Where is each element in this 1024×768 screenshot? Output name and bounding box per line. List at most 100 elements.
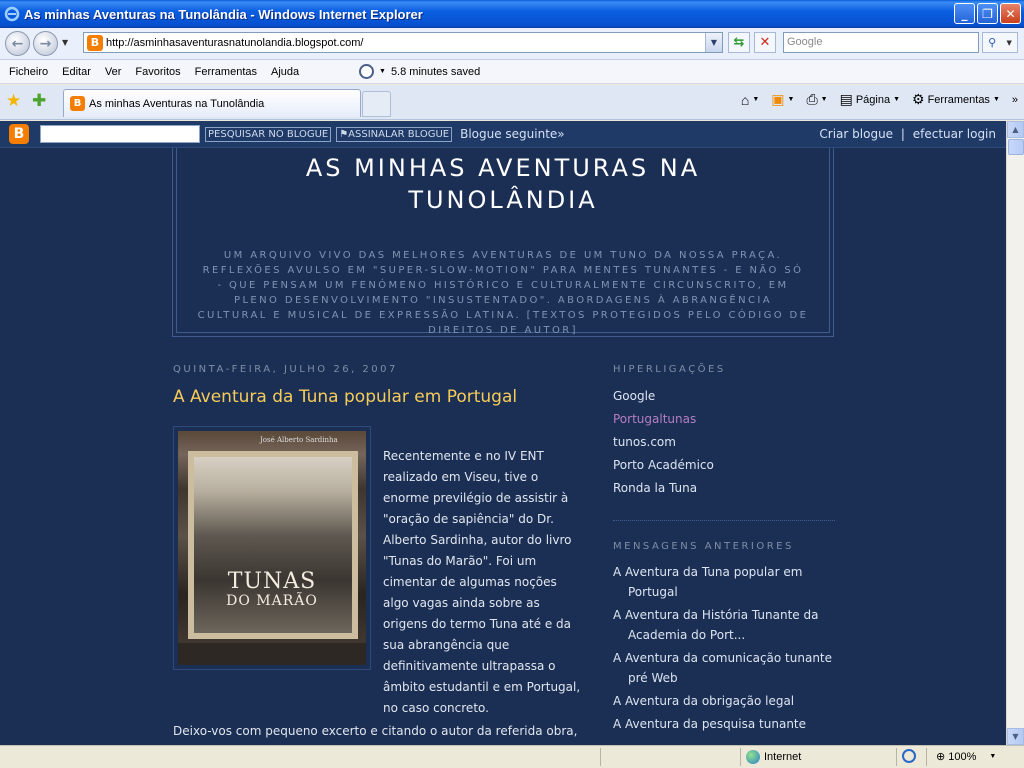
- history-text: 5.8 minutes saved: [390, 65, 481, 78]
- blog-search-input[interactable]: [40, 125, 200, 143]
- toolbar-overflow-button[interactable]: »: [1006, 94, 1024, 106]
- rss-icon: ▣: [771, 91, 785, 107]
- page-menu-button[interactable]: ▤ Página ▼: [834, 91, 906, 108]
- globe-icon: [746, 750, 760, 764]
- address-bar[interactable]: B http://asminhasaventurasnatunolandia.b…: [83, 32, 723, 53]
- refresh-icon: ⇆: [733, 35, 745, 50]
- status-bar: Internet ⊕ 100% ▼: [0, 745, 1024, 768]
- forward-button[interactable]: →: [33, 31, 58, 56]
- page-icon: ▤: [839, 91, 853, 107]
- menu-file[interactable]: Ficheiro: [0, 66, 55, 78]
- blogger-navbar: B PESQUISAR NO BLOGUE ⚑ASSINALAR BLOGUE …: [0, 121, 1006, 148]
- blog-title-text: AS MINHAS AVENTURAS NA TUNOLÂNDIA: [305, 154, 701, 214]
- back-arrow-icon: ←: [11, 35, 24, 52]
- tab-active[interactable]: B As minhas Aventuras na Tunolândia: [63, 89, 361, 117]
- create-blog-link[interactable]: Criar blogue: [819, 127, 893, 141]
- nav-separator: |: [900, 127, 905, 141]
- post-body: Recentemente e no IV ENT realizado em Vi…: [383, 449, 581, 715]
- archive-link[interactable]: A Aventura da Tuna popular em Portugal: [613, 562, 835, 602]
- window-title: As minhas Aventuras na Tunolândia - Wind…: [24, 6, 423, 22]
- login-link[interactable]: efectuar login: [913, 127, 996, 141]
- printer-icon: ⎙: [806, 91, 818, 107]
- blogger-favicon-icon: B: [70, 96, 85, 111]
- archive-list: A Aventura da Tuna popular em Portugal A…: [613, 562, 835, 734]
- book-author: José Alberto Sardinha: [260, 436, 338, 444]
- new-tab-button[interactable]: [362, 91, 391, 117]
- archive-link[interactable]: A Aventura da comunicação tunante pré We…: [613, 648, 835, 688]
- address-dropdown[interactable]: ▼: [705, 33, 722, 52]
- print-button[interactable]: ⎙ ▼: [800, 91, 833, 108]
- links-heading: HIPERLIGAÇÕES: [613, 364, 726, 375]
- add-favorite-icon[interactable]: ✚: [32, 91, 46, 111]
- flag-blog-button[interactable]: ⚑ASSINALAR BLOGUE: [336, 126, 453, 142]
- minimize-button[interactable]: _: [954, 3, 975, 24]
- feeds-button[interactable]: ▣ ▼: [765, 91, 800, 108]
- blogger-favicon-icon: B: [87, 34, 103, 51]
- blogger-logo-icon[interactable]: B: [9, 124, 29, 144]
- search-input[interactable]: Google: [783, 32, 979, 53]
- archive-link[interactable]: A Aventura da História Tunante da Academ…: [613, 605, 835, 645]
- sidebar-link[interactable]: Portugaltunas: [613, 408, 835, 431]
- internet-explorer-icon: [4, 6, 20, 22]
- recent-pages-dropdown[interactable]: ▼: [62, 38, 68, 47]
- book-cover-image: José Alberto Sardinha TUNAS DO MARÃO: [178, 431, 366, 665]
- address-url[interactable]: http://asminhasaventurasnatunolandia.blo…: [106, 37, 363, 49]
- chevron-right-icon: »: [1011, 93, 1018, 106]
- search-icon: ⚲: [988, 36, 997, 49]
- post-image[interactable]: José Alberto Sardinha TUNAS DO MARÃO: [173, 426, 371, 670]
- search-blog-button[interactable]: PESQUISAR NO BLOGUE: [205, 126, 332, 142]
- security-zone[interactable]: Internet: [746, 750, 801, 764]
- scroll-up-button[interactable]: ▲: [1007, 121, 1024, 138]
- home-icon: ⌂: [740, 91, 750, 108]
- menu-help[interactable]: Ajuda: [264, 66, 306, 78]
- favorites-star-icon[interactable]: ★: [6, 91, 21, 111]
- zoom-dropdown-icon[interactable]: ▼: [989, 753, 996, 760]
- zoom-control[interactable]: ⊕ 100% ▼: [936, 750, 996, 764]
- archive-link[interactable]: A Aventura da pesquisa tunante: [613, 714, 835, 734]
- menu-tools[interactable]: Ferramentas: [188, 66, 264, 78]
- post-title[interactable]: A Aventura da Tuna popular em Portugal: [173, 387, 517, 407]
- search-dropdown-icon[interactable]: ▼: [1006, 39, 1011, 47]
- post-date: QUINTA-FEIRA, JULHO 26, 2007: [173, 364, 398, 375]
- book-title: TUNAS: [227, 569, 317, 594]
- refresh-button[interactable]: ⇆: [728, 32, 750, 53]
- home-button[interactable]: ⌂ ▼: [735, 92, 765, 108]
- links-list: Google Portugaltunas tunos.com Porto Aca…: [613, 385, 835, 500]
- forward-arrow-icon: →: [39, 35, 52, 52]
- address-toolbar: ← → ▼ B http://asminhasaventurasnatunola…: [0, 28, 1024, 60]
- scroll-thumb[interactable]: [1008, 139, 1024, 155]
- tab-label: As minhas Aventuras na Tunolândia: [89, 97, 265, 110]
- zoom-icon: ⊕: [936, 751, 946, 763]
- close-window-button[interactable]: ✕: [1000, 3, 1021, 24]
- window-title-bar: As minhas Aventuras na Tunolândia - Wind…: [0, 0, 1024, 28]
- back-button[interactable]: ←: [5, 31, 30, 56]
- maximize-button[interactable]: ❐: [977, 3, 998, 24]
- next-blog-link[interactable]: Blogue seguinte»: [460, 127, 565, 141]
- menu-edit[interactable]: Editar: [55, 66, 98, 78]
- menu-favorites[interactable]: Favoritos: [128, 66, 187, 78]
- gear-icon: ⚙: [912, 91, 925, 107]
- sidebar-link[interactable]: Google: [613, 385, 835, 408]
- sidebar-link[interactable]: Porto Académico: [613, 454, 835, 477]
- tab-bar: ★ ✚ B As minhas Aventuras na Tunolândia …: [0, 85, 1024, 120]
- sidebar-divider: [613, 520, 835, 521]
- vertical-scrollbar[interactable]: ▲ ▼: [1006, 121, 1024, 745]
- history-widget[interactable]: ▼ 5.8 minutes saved: [359, 64, 480, 79]
- stop-button[interactable]: ✕: [754, 32, 776, 53]
- menu-bar: Ficheiro Editar Ver Favoritos Ferramenta…: [0, 60, 1024, 84]
- flag-blog-label: ASSINALAR BLOGUE: [348, 128, 450, 140]
- zone-label: Internet: [764, 751, 802, 763]
- scroll-down-button[interactable]: ▼: [1007, 728, 1024, 745]
- tools-menu-button[interactable]: ⚙ Ferramentas ▼: [906, 91, 1006, 108]
- menu-view[interactable]: Ver: [98, 66, 129, 78]
- sidebar-link[interactable]: tunos.com: [613, 431, 835, 454]
- sidebar: HIPERLIGAÇÕES Google Portugaltunas tunos…: [613, 364, 835, 737]
- history-dropdown-icon[interactable]: ▼: [379, 68, 386, 75]
- blog-title[interactable]: AS MINHAS AVENTURAS NA TUNOLÂNDIA: [173, 152, 833, 216]
- post-body-continued: Deixo-vos com pequeno excerto e citando …: [173, 724, 578, 738]
- protected-mode-icon[interactable]: [902, 749, 916, 763]
- sidebar-link[interactable]: Ronda la Tuna: [613, 477, 835, 500]
- search-button[interactable]: ⚲ ▼: [982, 32, 1018, 53]
- archive-link[interactable]: A Aventura da obrigação legal: [613, 691, 835, 711]
- clock-icon: [359, 64, 374, 79]
